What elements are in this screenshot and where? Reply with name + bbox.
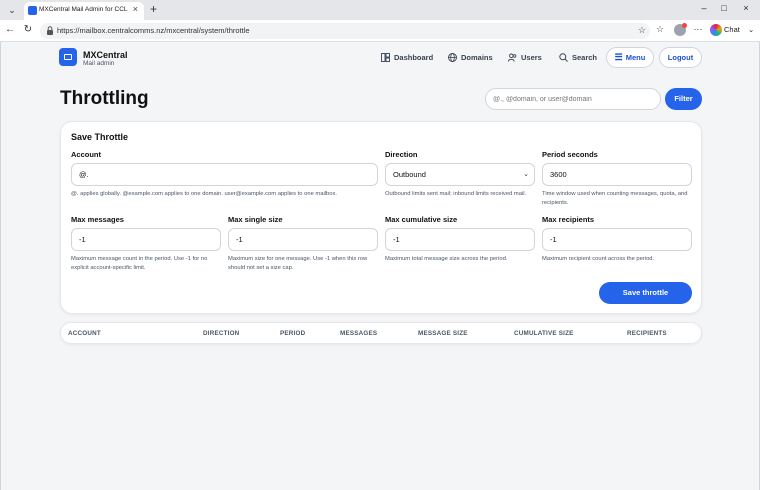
column-header-direction[interactable]: DIRECTION xyxy=(203,330,239,337)
nav-domains-label: Domains xyxy=(461,53,493,62)
reload-icon[interactable]: ↻ xyxy=(22,24,34,35)
nav-users[interactable]: Users xyxy=(508,53,542,62)
window-close-icon[interactable]: × xyxy=(739,3,753,13)
tab-title: MXCentral Mail Admin for CCL xyxy=(39,6,128,13)
max-cumulative-size-help: Maximum total message size across the pe… xyxy=(385,256,508,262)
more-options-icon[interactable]: ⋯ xyxy=(692,24,704,35)
period-label: Period seconds xyxy=(542,150,598,159)
max-recipients-input[interactable]: -1 xyxy=(542,228,692,251)
maximize-icon[interactable]: □ xyxy=(717,3,731,13)
chat-chevron-icon: ⌄ xyxy=(747,25,755,34)
column-header-message-size[interactable]: MESSAGE SIZE xyxy=(418,330,468,337)
brand-name[interactable]: MXCentral xyxy=(83,50,128,60)
account-input[interactable]: @. xyxy=(71,163,378,186)
max-single-size-input[interactable]: -1 xyxy=(228,228,378,251)
max-cumulative-size-label: Max cumulative size xyxy=(385,215,458,224)
mail-logo-icon[interactable] xyxy=(59,48,77,66)
url-text: https://mailbox.centralcomms.nz/mxcentra… xyxy=(57,26,250,35)
chevron-down-icon: ⌄ xyxy=(523,171,529,178)
tab-bar: ⌄ MXCentral Mail Admin for CCL × + – □ × xyxy=(0,0,760,20)
chat-button[interactable]: Chat ⌄ xyxy=(710,23,754,37)
browser-window: ⌄ MXCentral Mail Admin for CCL × + – □ ×… xyxy=(0,0,760,490)
account-label: Account xyxy=(71,150,101,159)
hamburger-icon: ☰ xyxy=(614,52,623,62)
address-bar-row: ← ↻ https://mailbox.centralcomms.nz/mxce… xyxy=(0,20,760,42)
throttle-table: ACCOUNT DIRECTION PERIOD MESSAGES MESSAG… xyxy=(60,322,702,344)
minimize-icon[interactable]: – xyxy=(697,3,711,13)
nav-users-label: Users xyxy=(521,53,542,62)
column-header-messages[interactable]: MESSAGES xyxy=(340,330,377,337)
favorites-icon[interactable]: ☆ xyxy=(654,24,666,35)
profile-avatar[interactable] xyxy=(674,23,687,36)
direction-value: Outbound xyxy=(393,170,426,179)
back-icon[interactable]: ← xyxy=(4,24,16,35)
period-input[interactable]: 3600 xyxy=(542,163,692,186)
save-throttle-form: Save Throttle Account @. @. applies glob… xyxy=(60,121,702,314)
nav-domains[interactable]: Domains xyxy=(448,53,493,62)
menu-button[interactable]: ☰ Menu xyxy=(606,47,654,68)
direction-label: Direction xyxy=(385,150,418,159)
tab-close-icon[interactable]: × xyxy=(133,4,138,14)
column-header-account[interactable]: ACCOUNT xyxy=(68,330,101,337)
page-title: Throttling xyxy=(60,88,149,109)
url-field[interactable]: https://mailbox.centralcomms.nz/mxcentra… xyxy=(40,23,650,39)
column-header-recipients[interactable]: RECIPIENTS xyxy=(627,330,667,337)
max-recipients-help: Maximum recipient count across the perio… xyxy=(542,256,655,262)
column-header-period[interactable]: PERIOD xyxy=(280,330,305,337)
dashboard-icon xyxy=(381,53,390,62)
nav-search-label: Search xyxy=(572,53,598,62)
nav-dashboard-label: Dashboard xyxy=(394,53,434,62)
nav-search[interactable]: Search xyxy=(559,53,597,62)
copilot-icon xyxy=(710,24,722,36)
logout-button[interactable]: Logout xyxy=(659,47,702,68)
browser-tab[interactable]: MXCentral Mail Admin for CCL × xyxy=(24,2,144,20)
tab-list-chevron-icon[interactable]: ⌄ xyxy=(5,3,19,17)
max-messages-help: Maximum message count in the period. Use… xyxy=(71,256,208,271)
menu-label: Menu xyxy=(625,53,646,62)
form-title: Save Throttle xyxy=(71,132,129,142)
max-cumulative-size-input[interactable]: -1 xyxy=(385,228,535,251)
chat-label: Chat xyxy=(724,25,740,34)
app-page: MXCentral Mail admin Dashboard Domains U… xyxy=(0,42,760,490)
save-throttle-button[interactable]: Save throttle xyxy=(599,282,692,304)
account-filter-input[interactable] xyxy=(485,88,661,110)
max-recipients-label: Max recipients xyxy=(542,215,595,224)
search-icon xyxy=(559,53,568,62)
max-messages-input[interactable]: -1 xyxy=(71,228,221,251)
direction-help: Outbound limits sent mail; inbound limit… xyxy=(385,191,527,197)
period-help: Time window used when counting messages,… xyxy=(542,191,688,206)
bookmark-star-icon[interactable]: ☆ xyxy=(638,25,646,36)
max-single-size-help: Maximum size for one message. Use -1 whe… xyxy=(228,256,368,271)
direction-select[interactable]: Outbound ⌄ xyxy=(385,163,535,186)
users-icon xyxy=(508,53,517,62)
globe-icon xyxy=(448,53,457,62)
nav-dashboard[interactable]: Dashboard xyxy=(381,53,433,62)
new-tab-icon[interactable]: + xyxy=(150,2,157,16)
site-info-icon[interactable] xyxy=(46,26,54,35)
brand-subtitle: Mail admin xyxy=(83,60,115,67)
notification-dot xyxy=(682,23,687,28)
column-header-cumulative-size[interactable]: CUMULATIVE SIZE xyxy=(514,330,574,337)
max-messages-label: Max messages xyxy=(71,215,124,224)
account-help: @. applies globally. @example.com applie… xyxy=(71,191,337,197)
tab-favicon-icon xyxy=(28,6,37,15)
max-single-size-label: Max single size xyxy=(228,215,283,224)
filter-button[interactable]: Filter xyxy=(665,88,702,110)
